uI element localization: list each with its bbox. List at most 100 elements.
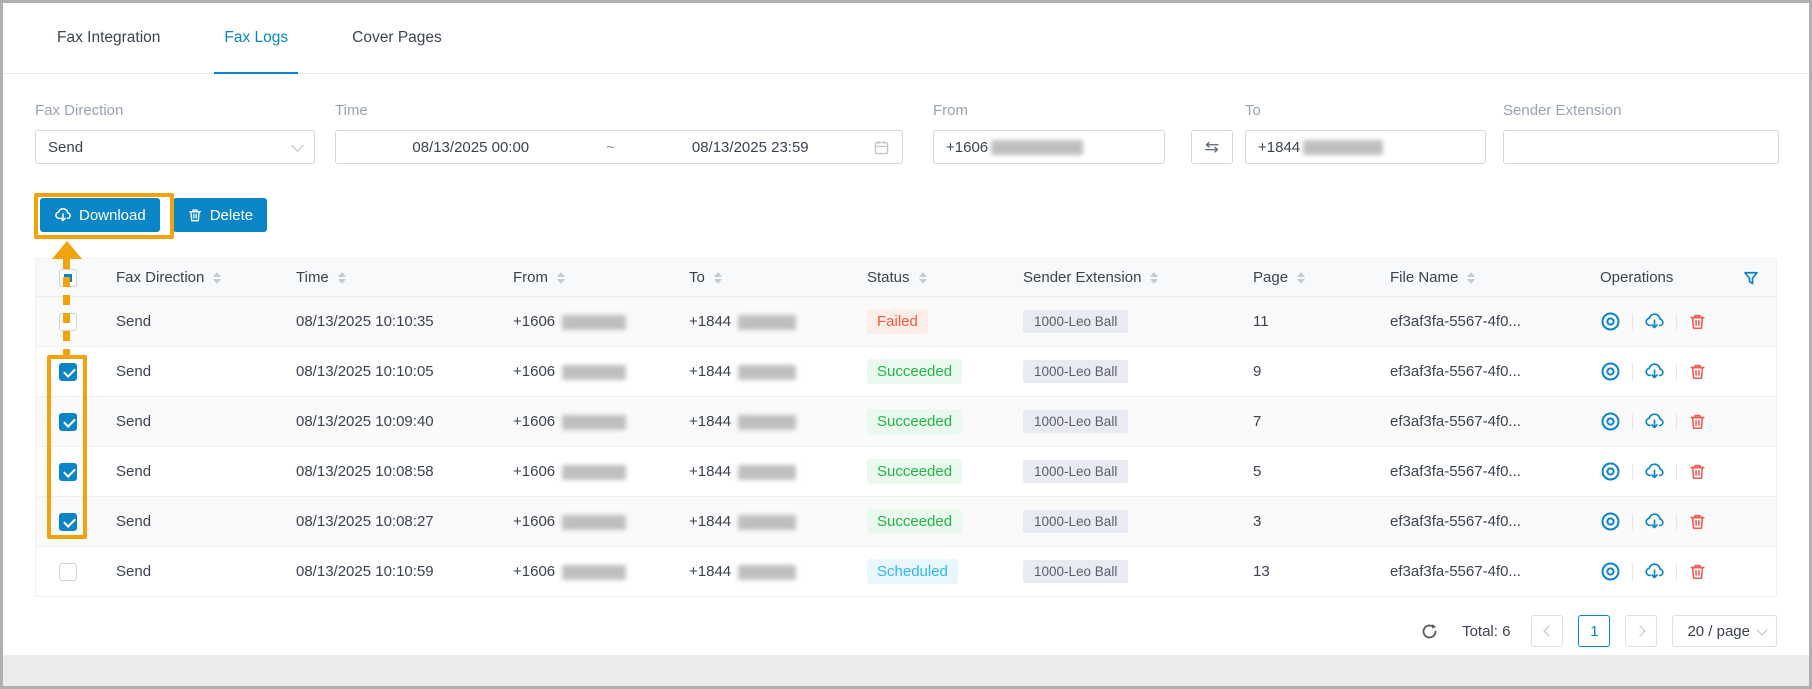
row-checkbox[interactable] bbox=[59, 563, 77, 581]
delete-fax-button[interactable] bbox=[1688, 412, 1707, 431]
sender-extension-badge: 1000-Leo Ball bbox=[1023, 410, 1128, 433]
tab-bar: Fax Integration Fax Logs Cover Pages bbox=[3, 3, 1809, 74]
table-row: Send 08/13/2025 10:10:59 +1606 +1844 Sch… bbox=[36, 547, 1776, 597]
sort-icon[interactable] bbox=[1297, 272, 1305, 284]
cell-fax-direction: Send bbox=[100, 363, 280, 380]
fax-direction-filter: Fax Direction Send bbox=[35, 102, 315, 164]
from-label: From bbox=[933, 102, 1165, 120]
sort-icon[interactable] bbox=[919, 272, 927, 284]
cell-file-name: ef3af3fa-5567-4f0... bbox=[1374, 413, 1584, 430]
from-input[interactable]: +1606 bbox=[933, 130, 1165, 164]
tab-fax-integration[interactable]: Fax Integration bbox=[25, 3, 192, 73]
download-fax-button[interactable] bbox=[1644, 561, 1665, 582]
row-checkbox[interactable] bbox=[59, 413, 77, 431]
sort-icon[interactable] bbox=[1467, 272, 1475, 284]
from-prefix: +1606 bbox=[513, 563, 555, 580]
row-checkbox-cell[interactable] bbox=[36, 363, 100, 381]
cell-to: +1844 bbox=[673, 563, 851, 580]
divider bbox=[1676, 414, 1677, 430]
select-all-checkbox[interactable] bbox=[59, 269, 77, 287]
sort-icon[interactable] bbox=[213, 272, 221, 284]
col-sender-extension[interactable]: Sender Extension bbox=[1007, 269, 1237, 286]
tab-fax-logs[interactable]: Fax Logs bbox=[192, 3, 320, 73]
trash-icon bbox=[187, 207, 203, 223]
download-fax-button[interactable] bbox=[1644, 461, 1665, 482]
cell-page: 11 bbox=[1237, 313, 1374, 330]
cell-time: 08/13/2025 10:08:27 bbox=[280, 513, 497, 530]
row-checkbox[interactable] bbox=[59, 463, 77, 481]
redacted-number bbox=[738, 365, 796, 380]
to-prefix: +1844 bbox=[689, 363, 731, 380]
cell-from: +1606 bbox=[497, 563, 673, 580]
sender-extension-badge: 1000-Leo Ball bbox=[1023, 360, 1128, 383]
col-page[interactable]: Page bbox=[1237, 269, 1374, 286]
swap-from-to-button[interactable] bbox=[1191, 130, 1233, 164]
col-from[interactable]: From bbox=[497, 269, 673, 286]
delete-fax-button[interactable] bbox=[1688, 462, 1707, 481]
next-page-button[interactable] bbox=[1625, 615, 1657, 647]
divider bbox=[1632, 414, 1633, 430]
cell-operations bbox=[1584, 511, 1776, 532]
col-time[interactable]: Time bbox=[280, 269, 497, 286]
sender-extension-input[interactable] bbox=[1503, 130, 1779, 164]
time-range-picker[interactable]: 08/13/2025 00:00 ~ 08/13/2025 23:59 bbox=[335, 130, 903, 164]
delete-fax-button[interactable] bbox=[1688, 312, 1707, 331]
view-fax-button[interactable] bbox=[1600, 411, 1621, 432]
download-fax-button[interactable] bbox=[1644, 511, 1665, 532]
delete-fax-button[interactable] bbox=[1688, 562, 1707, 581]
view-fax-button[interactable] bbox=[1600, 561, 1621, 582]
download-fax-button[interactable] bbox=[1644, 411, 1665, 432]
row-checkbox[interactable] bbox=[59, 363, 77, 381]
time-end-value[interactable]: 08/13/2025 23:59 bbox=[628, 139, 874, 156]
delete-fax-button[interactable] bbox=[1688, 362, 1707, 381]
tab-cover-pages[interactable]: Cover Pages bbox=[320, 3, 474, 73]
cell-fax-direction: Send bbox=[100, 513, 280, 530]
filter-bar: Fax Direction Send Time 08/13/2025 00:00… bbox=[35, 74, 1809, 164]
view-fax-button[interactable] bbox=[1600, 511, 1621, 532]
redacted-number bbox=[562, 365, 626, 380]
cell-operations bbox=[1584, 461, 1776, 482]
row-checkbox-cell[interactable] bbox=[36, 313, 100, 331]
sort-icon[interactable] bbox=[1150, 272, 1158, 284]
row-checkbox[interactable] bbox=[59, 313, 77, 331]
download-button-label: Download bbox=[79, 207, 146, 224]
cell-page: 13 bbox=[1237, 563, 1374, 580]
from-filter: From +1606 bbox=[933, 102, 1165, 164]
cell-to: +1844 bbox=[673, 313, 851, 330]
col-fax-direction[interactable]: Fax Direction bbox=[100, 269, 280, 286]
row-checkbox-cell[interactable] bbox=[36, 463, 100, 481]
sender-extension-badge: 1000-Leo Ball bbox=[1023, 510, 1128, 533]
col-to[interactable]: To bbox=[673, 269, 851, 286]
prev-page-button[interactable] bbox=[1531, 615, 1563, 647]
sort-icon[interactable] bbox=[714, 272, 722, 284]
row-checkbox-cell[interactable] bbox=[36, 563, 100, 581]
time-start-value[interactable]: 08/13/2025 00:00 bbox=[348, 139, 594, 156]
row-checkbox[interactable] bbox=[59, 513, 77, 531]
view-fax-button[interactable] bbox=[1600, 311, 1621, 332]
page-number-1[interactable]: 1 bbox=[1578, 615, 1610, 647]
cell-file-name: ef3af3fa-5567-4f0... bbox=[1374, 363, 1584, 380]
page-size-select[interactable]: 20 / page bbox=[1672, 615, 1777, 647]
download-button[interactable]: Download bbox=[40, 198, 160, 232]
sender-extension-filter: Sender Extension bbox=[1503, 102, 1779, 164]
download-fax-button[interactable] bbox=[1644, 361, 1665, 382]
row-checkbox-cell[interactable] bbox=[36, 413, 100, 431]
sender-extension-label: Sender Extension bbox=[1503, 102, 1779, 120]
to-input[interactable]: +1844 bbox=[1245, 130, 1486, 164]
refresh-icon[interactable] bbox=[1420, 622, 1439, 641]
time-label: Time bbox=[335, 102, 903, 120]
filter-icon[interactable] bbox=[1742, 269, 1760, 287]
row-checkbox-cell[interactable] bbox=[36, 513, 100, 531]
header-checkbox-cell[interactable] bbox=[36, 269, 100, 287]
view-fax-button[interactable] bbox=[1600, 361, 1621, 382]
sort-icon[interactable] bbox=[557, 272, 565, 284]
sort-icon[interactable] bbox=[338, 272, 346, 284]
delete-fax-button[interactable] bbox=[1688, 512, 1707, 531]
delete-button[interactable]: Delete bbox=[173, 198, 267, 232]
download-fax-button[interactable] bbox=[1644, 311, 1665, 332]
view-fax-button[interactable] bbox=[1600, 461, 1621, 482]
col-status[interactable]: Status bbox=[851, 269, 1007, 286]
status-badge: Succeeded bbox=[867, 459, 962, 484]
fax-direction-select[interactable]: Send bbox=[35, 130, 315, 164]
col-file-name[interactable]: File Name bbox=[1374, 269, 1584, 286]
